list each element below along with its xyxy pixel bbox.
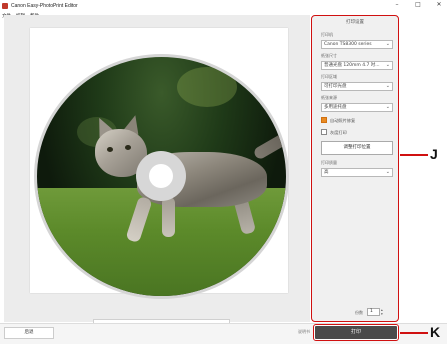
printer-label: 打印机 bbox=[321, 32, 333, 37]
chevron-down-icon: ⌄ bbox=[385, 62, 390, 68]
cat-eye bbox=[107, 147, 113, 152]
auto-correct-label: 自动照片修复 bbox=[330, 118, 356, 123]
print-quality-select[interactable]: 高 ⌄ bbox=[321, 168, 393, 177]
print-area-value: 可打印光盘 bbox=[324, 84, 347, 89]
photo-bokeh bbox=[177, 67, 237, 107]
back-button[interactable]: 后退 bbox=[4, 327, 54, 339]
copies-input[interactable]: 1 bbox=[367, 308, 380, 316]
help-link[interactable]: 说明书 bbox=[298, 329, 310, 335]
close-icon[interactable]: ✕ bbox=[435, 1, 443, 8]
print-button-frame: 打印 bbox=[313, 324, 399, 341]
print-area-label: 打印区域 bbox=[321, 74, 337, 79]
grayscale-checkbox[interactable] bbox=[321, 129, 327, 135]
cat-tail bbox=[252, 125, 286, 161]
disc-preview[interactable] bbox=[34, 54, 289, 299]
copies-label: 份数 bbox=[355, 310, 363, 315]
grayscale-label: 灰度打印 bbox=[330, 130, 347, 135]
callout-label-j: J bbox=[430, 146, 438, 162]
cat-eye bbox=[125, 145, 131, 150]
paper-size-value: 普通光盘 120mm 4.7 吋... bbox=[324, 63, 380, 68]
print-settings-panel: 打印设置 打印机 Canon TS8300 series ⌄ 纸张尺寸 普通光盘… bbox=[311, 15, 399, 322]
chevron-down-icon: ⌄ bbox=[385, 169, 390, 175]
paper-size-label: 纸张尺寸 bbox=[321, 53, 337, 58]
printer-select-value: Canon TS8300 series bbox=[324, 42, 372, 47]
chevron-down-icon: ⌄ bbox=[385, 41, 390, 47]
print-quality-value: 高 bbox=[324, 170, 329, 175]
panel-title: 打印设置 bbox=[346, 20, 364, 25]
print-quality-label: 打印质量 bbox=[321, 160, 337, 165]
window-title: Canon Easy-PhotoPrint Editor bbox=[11, 2, 78, 9]
adjust-print-position-button[interactable]: 调整打印位置 bbox=[321, 141, 393, 155]
app-icon bbox=[2, 2, 8, 9]
paper-source-label: 纸张来源 bbox=[321, 95, 337, 100]
maximize-icon[interactable]: □ bbox=[414, 1, 422, 8]
cat-leg bbox=[162, 197, 175, 237]
title-bar: Canon Easy-PhotoPrint Editor – □ ✕ bbox=[0, 0, 447, 11]
paper-size-select[interactable]: 普通光盘 120mm 4.7 吋... ⌄ bbox=[321, 61, 393, 70]
paper-source-select[interactable]: 多用途托盘 ⌄ bbox=[321, 103, 393, 112]
auto-correct-checkbox[interactable] bbox=[321, 117, 327, 123]
printer-select[interactable]: Canon TS8300 series ⌄ bbox=[321, 40, 393, 49]
paper-source-value: 多用途托盘 bbox=[324, 105, 347, 110]
copies-stepper[interactable]: ▴ ▾ bbox=[381, 308, 386, 316]
chevron-down-icon: ⌄ bbox=[385, 83, 390, 89]
minimize-icon[interactable]: – bbox=[393, 1, 401, 8]
callout-line-j bbox=[400, 154, 428, 156]
print-button[interactable]: 打印 bbox=[315, 326, 397, 339]
window-controls: – □ ✕ bbox=[393, 1, 443, 8]
callout-line-k bbox=[400, 332, 428, 334]
preview-canvas: ‹ 1/1 › ▦ − + bbox=[4, 15, 310, 335]
disc-center-hole bbox=[149, 164, 173, 188]
print-area-select[interactable]: 可打印光盘 ⌄ bbox=[321, 82, 393, 91]
callout-label-k: K bbox=[430, 324, 441, 340]
chevron-down-icon: ⌄ bbox=[385, 104, 390, 110]
